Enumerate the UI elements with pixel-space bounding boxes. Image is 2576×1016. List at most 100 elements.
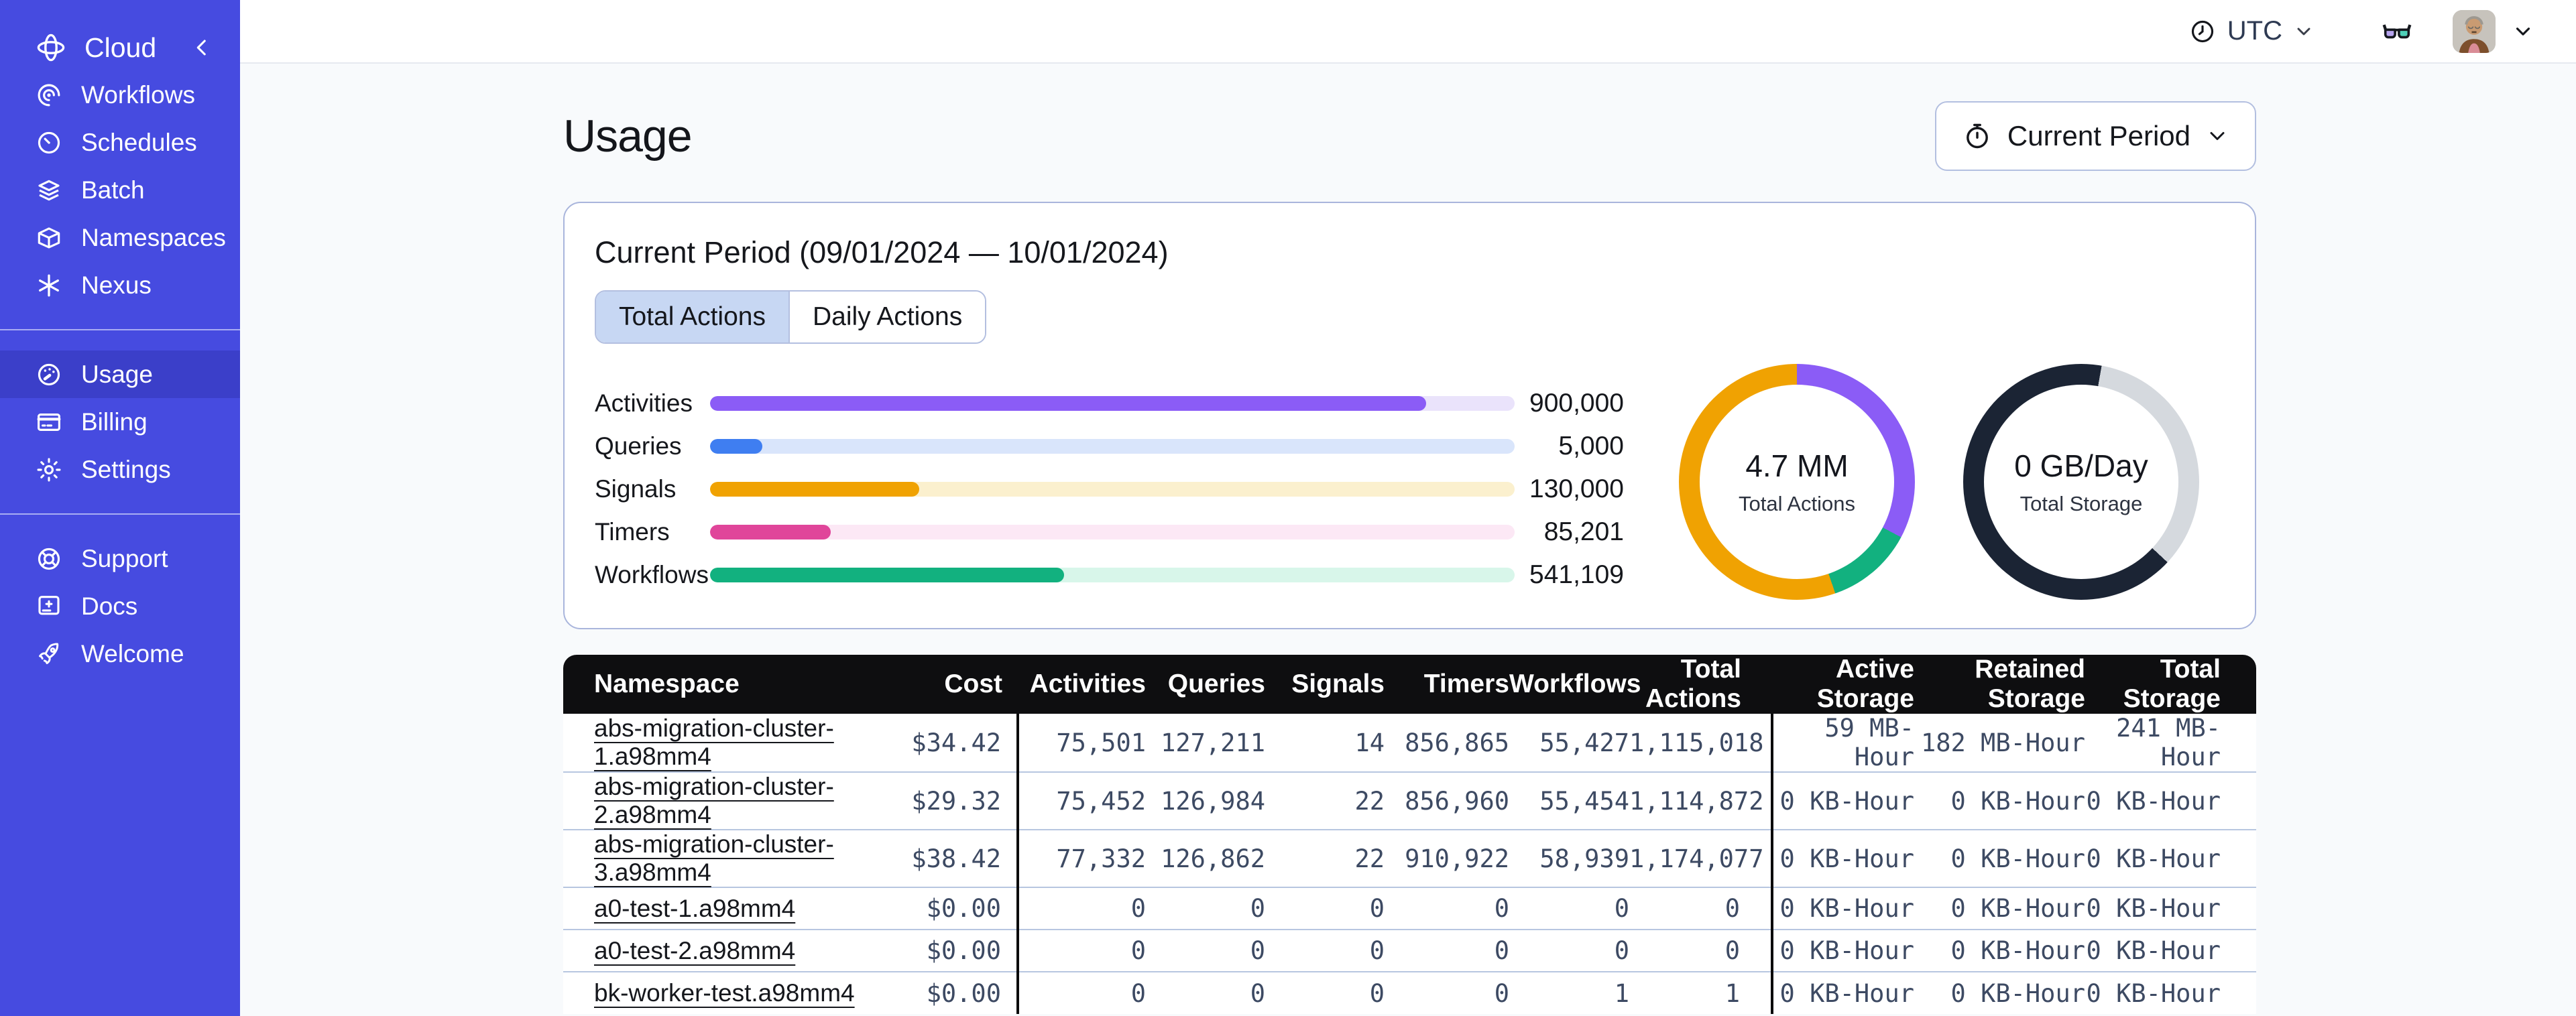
cell-active-storage: 0 KB-Hour: [1771, 887, 1914, 930]
sidebar-item-usage[interactable]: Usage: [0, 351, 240, 398]
bar-value: 5,000: [1558, 432, 1624, 460]
cell-active-storage: 0 KB-Hour: [1771, 929, 1914, 972]
tab-daily-actions[interactable]: Daily Actions: [788, 292, 986, 342]
main-area: UTC Usage Current Period Current Period …: [240, 0, 2576, 1016]
sidebar-item-welcome[interactable]: Welcome: [0, 630, 240, 678]
cell-retained-storage: 0 KB-Hour: [1914, 771, 2085, 830]
cell-cost: $34.42: [872, 714, 1018, 772]
support-buoy-icon: [38, 548, 60, 570]
cell-timers: 0: [1385, 971, 1509, 1014]
sidebar-item-batch[interactable]: Batch: [0, 166, 240, 214]
sidebar-item-billing[interactable]: Billing: [0, 398, 240, 446]
cell-total-storage: 0 KB-Hour: [2085, 771, 2256, 830]
namespace-link[interactable]: a0-test-2.a98mm4: [594, 937, 795, 964]
stopwatch-icon: [1966, 123, 1988, 149]
total-storage-donut: 0 GB/Day Total Storage: [1963, 364, 2199, 600]
sidebar-collapse-icon[interactable]: [190, 36, 213, 59]
namespace-link[interactable]: abs-migration-cluster-2.a98mm4: [594, 773, 834, 828]
table-header-row: Namespace Cost Activities Queries Signal…: [563, 655, 2256, 714]
sidebar-item-label: Workflows: [81, 80, 195, 109]
bar-fill: [710, 525, 831, 539]
temporal-logo-icon: [37, 34, 65, 62]
cell-timers: 910,922: [1385, 829, 1509, 887]
donut-charts: 4.7 MM Total Actions 0 GB/Day Total Stor…: [1679, 364, 2199, 600]
cell-total-storage: 0 KB-Hour: [2085, 971, 2256, 1014]
cell-cost: $0.00: [872, 929, 1018, 972]
period-selector-button[interactable]: Current Period: [1934, 101, 2256, 171]
cell-total-actions: 1,174,077: [1629, 829, 1772, 887]
brand-label: Cloud: [84, 31, 157, 63]
bar-value: 130,000: [1529, 474, 1624, 503]
cell-queries: 0: [1146, 929, 1265, 972]
col-total-actions: Total Actions: [1629, 655, 1772, 714]
cell-retained-storage: 0 KB-Hour: [1914, 971, 2085, 1014]
namespace-link[interactable]: abs-migration-cluster-3.a98mm4: [594, 830, 834, 886]
col-retained-storage: Retained Storage: [1914, 655, 2085, 714]
sidebar-item-workflows[interactable]: Workflows: [0, 71, 240, 119]
col-cost: Cost: [872, 655, 1018, 714]
cell-total-actions: 1: [1629, 971, 1772, 1014]
sidebar: Cloud Workflows Schedules Batch Namespac…: [0, 0, 240, 1016]
settings-gear-icon: [37, 458, 61, 481]
col-signals: Signals: [1265, 655, 1385, 714]
cell-activities: 75,452: [1016, 771, 1146, 830]
user-avatar[interactable]: [2453, 9, 2496, 53]
donut-storage-value: 0 GB/Day: [2014, 448, 2148, 483]
cell-workflows: 0: [1509, 929, 1629, 972]
namespace-usage-table: Namespace Cost Activities Queries Signal…: [563, 655, 2256, 1014]
cell-signals: 0: [1265, 929, 1385, 972]
cell-activities: 77,332: [1016, 829, 1146, 887]
reader-mode-button[interactable]: [2379, 13, 2415, 50]
bar-label: Queries: [595, 432, 682, 460]
cell-timers: 0: [1385, 929, 1509, 972]
namespace-link[interactable]: abs-migration-cluster-1.a98mm4: [594, 714, 834, 770]
sidebar-divider: [0, 329, 240, 330]
timezone-selector[interactable]: UTC: [2188, 16, 2315, 46]
namespace-link[interactable]: a0-test-1.a98mm4: [594, 895, 795, 922]
cell-cost: $38.42: [872, 829, 1018, 887]
cell-signals: 22: [1265, 829, 1385, 887]
cell-activities: 75,501: [1016, 714, 1146, 772]
sidebar-item-label: Welcome: [81, 639, 184, 668]
table-row: a0-test-1.a98mm4 $0.00 0 0 0 0 0 0 0 KB-…: [563, 887, 2256, 930]
cell-total-actions: 0: [1629, 929, 1772, 972]
sidebar-item-docs[interactable]: Docs: [0, 582, 240, 630]
docs-icon: [38, 595, 60, 615]
col-timers: Timers: [1385, 655, 1509, 714]
tab-total-actions[interactable]: Total Actions: [596, 292, 788, 342]
table-row: bk-worker-test.a98mm4 $0.00 0 0 0 0 1 1 …: [563, 971, 2256, 1014]
table-row: abs-migration-cluster-3.a98mm4 $38.42 77…: [563, 829, 2256, 887]
col-activities: Activities: [1018, 655, 1146, 714]
namespace-link[interactable]: bk-worker-test.a98mm4: [594, 979, 855, 1007]
cell-retained-storage: 0 KB-Hour: [1914, 829, 2085, 887]
sidebar-item-support[interactable]: Support: [0, 535, 240, 582]
cell-timers: 856,865: [1385, 714, 1509, 772]
sidebar-item-namespaces[interactable]: Namespaces: [0, 214, 240, 261]
cell-total-storage: 0 KB-Hour: [2085, 887, 2256, 930]
bar-fill: [710, 482, 919, 497]
cell-active-storage: 0 KB-Hour: [1771, 971, 1914, 1014]
table-row: abs-migration-cluster-2.a98mm4 $29.32 75…: [563, 771, 2256, 830]
sidebar-item-nexus[interactable]: Nexus: [0, 261, 240, 309]
sidebar-item-settings[interactable]: Settings: [0, 446, 240, 493]
user-menu-button[interactable]: [2512, 20, 2534, 43]
cell-queries: 127,211: [1146, 714, 1265, 772]
donut-storage-label: Total Storage: [2019, 492, 2143, 515]
topbar: UTC: [240, 0, 2576, 64]
sidebar-item-schedules[interactable]: Schedules: [0, 119, 240, 166]
cell-workflows: 58,939: [1509, 829, 1629, 887]
cell-retained-storage: 0 KB-Hour: [1914, 887, 2085, 930]
col-namespace: Namespace: [563, 655, 872, 714]
bar-track: [710, 482, 1515, 497]
cell-total-storage: 0 KB-Hour: [2085, 929, 2256, 972]
workflows-icon: [38, 84, 60, 106]
cell-queries: 126,862: [1146, 829, 1265, 887]
cell-signals: 0: [1265, 887, 1385, 930]
cell-timers: 0: [1385, 887, 1509, 930]
sidebar-item-label: Batch: [81, 176, 145, 204]
sidebar-item-label: Settings: [81, 455, 171, 483]
bar-label: Signals: [595, 475, 677, 503]
welcome-rocket-icon: [39, 642, 59, 664]
bar-row-timers: Timers 85,201: [595, 511, 1624, 554]
page-content: Usage Current Period Current Period (09/…: [240, 64, 2576, 1016]
